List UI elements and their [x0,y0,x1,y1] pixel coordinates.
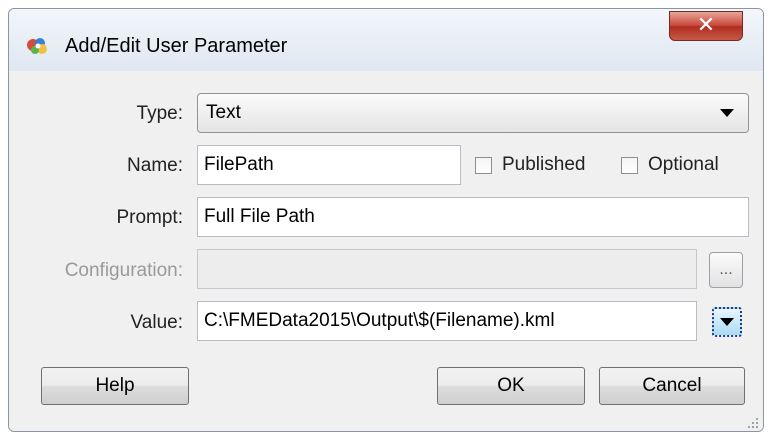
prompt-value: Full File Path [204,206,315,227]
window-title: Add/Edit User Parameter [65,35,288,57]
published-checkbox[interactable]: Published [475,154,585,176]
checkbox-icon [475,156,492,174]
optional-checkbox[interactable]: Optional [621,154,719,176]
checkbox-icon [621,156,638,174]
dialog-window: Add/Edit User Parameter ✕ Type: Text Nam… [8,8,764,432]
close-icon: ✕ [696,13,716,38]
cancel-button[interactable]: Cancel [599,367,745,405]
value-field[interactable]: C:\FMEData2015\Output\$(Filename).kml [197,301,697,341]
type-dropdown[interactable]: Text [197,93,749,133]
prompt-field[interactable]: Full File Path [197,197,749,237]
close-button[interactable]: ✕ [669,11,743,41]
value-text: C:\FMEData2015\Output\$(Filename).kml [204,310,555,331]
published-label: Published [502,154,586,175]
optional-label: Optional [648,154,719,175]
app-icon [27,38,47,54]
configuration-label: Configuration: [64,260,183,281]
help-button[interactable]: Help [41,367,189,405]
value-options-button[interactable] [712,307,742,337]
configuration-browse-button: ... [709,252,743,288]
type-label: Type: [136,103,183,124]
ellipsis-icon: ... [719,261,733,278]
chevron-down-icon [720,318,734,326]
ok-button[interactable]: OK [437,367,585,405]
resize-grip-icon[interactable] [745,415,759,429]
chevron-down-icon [720,109,734,117]
configuration-field [197,249,697,289]
name-value: FilePath [204,154,274,175]
type-value: Text [206,102,241,123]
prompt-label: Prompt: [116,207,183,228]
name-label: Name: [127,155,183,176]
dialog-body: Type: Text Name: FilePath Published Opti… [9,71,763,431]
value-label: Value: [130,312,183,333]
name-field[interactable]: FilePath [197,145,461,185]
title-bar[interactable]: Add/Edit User Parameter ✕ [9,9,763,71]
